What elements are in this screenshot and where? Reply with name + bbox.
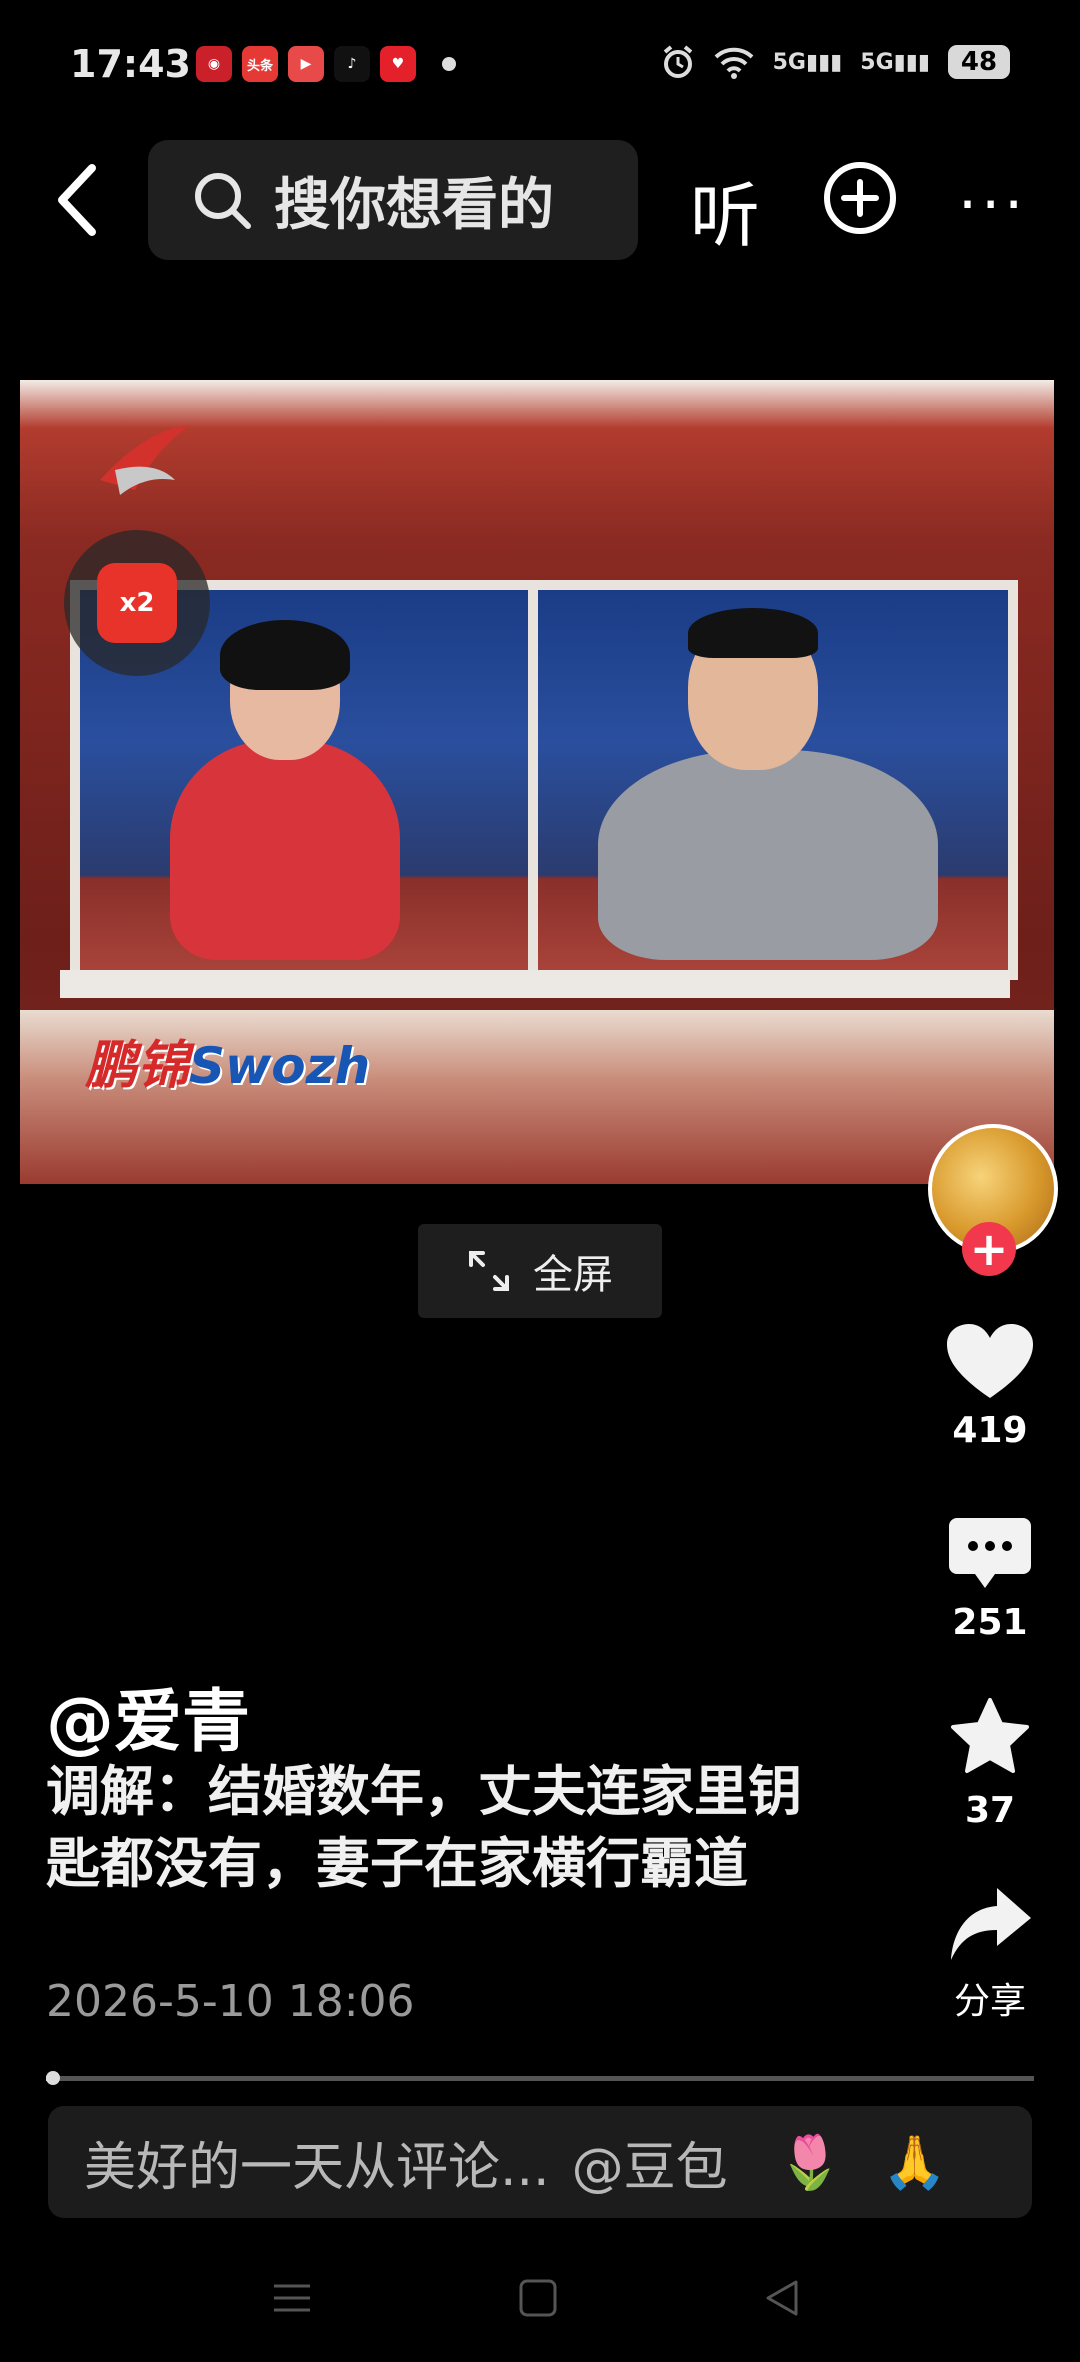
comment-placeholder: 美好的一天从评论... — [84, 2137, 550, 2198]
man-hair — [688, 608, 818, 658]
woman-figure — [170, 740, 400, 960]
author-name[interactable]: @爱青 — [46, 1666, 250, 1765]
status-indicators: 5G▮▮▮ 5G▮▮▮ 48 — [661, 44, 1010, 80]
video-player[interactable]: x2 鹏锦Swozh — [20, 380, 1054, 1184]
pray-emoji-button[interactable]: 🙏 — [882, 2132, 947, 2193]
signal-icon-1: 5G▮▮▮ — [772, 49, 843, 75]
menu-nav-icon[interactable] — [272, 2270, 312, 2326]
comment-icon — [949, 1518, 1031, 1588]
sponsor-logo: 鹏锦Swozh — [85, 1023, 370, 1098]
app-notification-icon: ◉ — [196, 46, 232, 82]
favorite-button[interactable]: 37 — [940, 1696, 1040, 1831]
like-count: 419 — [952, 1410, 1028, 1451]
battery-icon: 48 — [948, 45, 1010, 79]
follow-button[interactable]: + — [962, 1222, 1016, 1276]
star-icon — [951, 1698, 1029, 1773]
search-bar[interactable]: 搜你想看的 — [148, 140, 638, 260]
studio-desk — [60, 970, 1010, 998]
flower-emoji-button[interactable]: 🌷 — [778, 2132, 843, 2193]
fullscreen-button[interactable]: 全屏 — [418, 1224, 662, 1318]
video-progress-bar[interactable] — [46, 2076, 1034, 2081]
tv-channel-logo — [100, 425, 190, 495]
favorite-count: 37 — [964, 1790, 1016, 1831]
back-icon[interactable] — [48, 160, 108, 240]
alarm-icon — [663, 45, 692, 78]
shop-app-icon: ♥ — [380, 46, 416, 82]
man-figure — [598, 750, 938, 960]
heart-icon — [947, 1324, 1033, 1398]
add-icon[interactable] — [822, 160, 898, 236]
more-options-button[interactable]: ··· — [958, 170, 1027, 240]
like-button[interactable]: 419 — [940, 1322, 1040, 1451]
tiktok-icon: ♪ — [334, 46, 370, 82]
back-nav-icon[interactable] — [762, 2270, 802, 2326]
more-notifications-icon — [442, 57, 456, 71]
status-time: 17:43 — [70, 42, 191, 86]
progress-knob[interactable] — [46, 2071, 60, 2085]
comment-count: 251 — [952, 1602, 1028, 1643]
expand-icon — [469, 1251, 509, 1291]
share-label: 分享 — [953, 1981, 1026, 2022]
signal-icon-2: 5G▮▮▮ — [860, 49, 930, 75]
share-button[interactable]: 分享 — [940, 1884, 1040, 2024]
fullscreen-label: 全屏 — [533, 1252, 613, 1298]
sponsor-name-en: Swozh — [189, 1037, 371, 1095]
wifi-icon — [714, 47, 753, 79]
video-panel-right — [528, 580, 1018, 980]
listen-button[interactable]: 听 — [690, 160, 760, 261]
video-app-icon: ▶ — [288, 46, 324, 82]
mention-doubao[interactable]: @豆包 — [572, 2125, 728, 2200]
woman-hair — [220, 620, 350, 690]
reward-badge-label: x2 — [97, 563, 177, 643]
reward-badge[interactable]: x2 — [64, 530, 210, 676]
toutiao-icon: 头条 — [242, 46, 278, 82]
video-description: 调解：结婚数年，丈夫连家里钥匙都没有，妻子在家横行霸道 — [46, 1760, 802, 1895]
search-placeholder: 搜你想看的 — [274, 172, 554, 238]
post-date: 2026-5-10 18:06 — [46, 1976, 415, 2027]
status-app-icons: ◉ 头条 ▶ ♪ ♥ — [196, 46, 456, 82]
home-nav-icon[interactable] — [518, 2270, 558, 2326]
comment-button[interactable]: 251 — [940, 1516, 1040, 1643]
share-icon — [951, 1888, 1031, 1960]
sponsor-name-cn: 鹏锦 — [85, 1036, 190, 1096]
comment-input[interactable]: 美好的一天从评论... @豆包 🌷 🙏 — [48, 2106, 1032, 2218]
search-icon — [195, 173, 251, 229]
